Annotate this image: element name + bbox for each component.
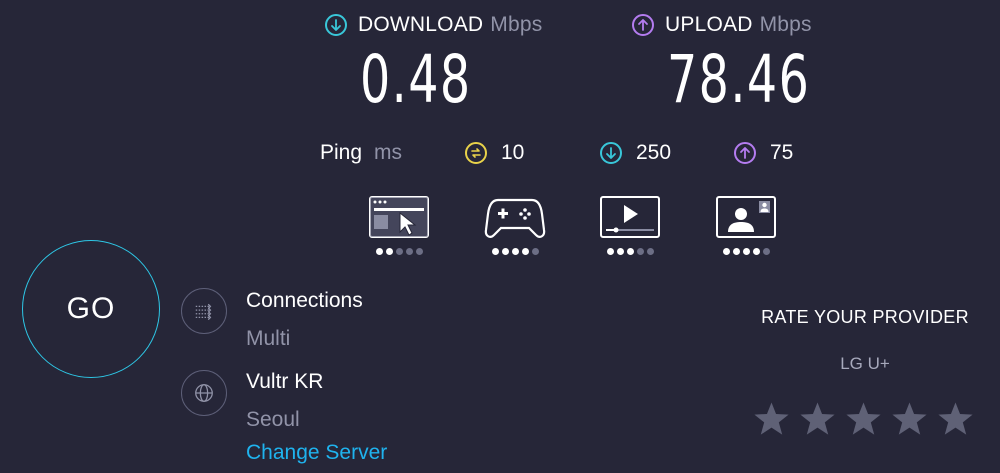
ping-idle-icon	[465, 142, 487, 164]
rating-dot-filled	[732, 248, 740, 255]
star-icon[interactable]	[752, 400, 791, 439]
ping-label-group: Ping ms	[320, 138, 402, 168]
rating-dot-filled	[606, 248, 614, 255]
rating-dot-filled	[501, 248, 509, 255]
rating-dot-filled	[521, 248, 529, 255]
upload-unit: Mbps	[759, 13, 812, 36]
rating-dot-empty	[531, 248, 539, 255]
rating-dot-filled	[616, 248, 624, 255]
arrow-up-circle-icon	[734, 142, 756, 164]
go-button[interactable]: GO	[22, 240, 160, 378]
ping-download: 250	[600, 138, 671, 168]
change-server-link[interactable]: Change Server	[246, 441, 387, 465]
quality-rating-dots	[375, 248, 423, 255]
ping-unit: ms	[374, 141, 403, 164]
video-player-icon	[600, 196, 660, 238]
provider-name: LG U+	[840, 354, 890, 373]
rating-dot-empty	[762, 248, 770, 255]
connections-icon	[181, 288, 227, 334]
ping-download-value: 250	[636, 141, 672, 164]
arrow-down-circle-icon	[325, 14, 347, 36]
quality-gaming	[483, 194, 547, 255]
quality-video-chat	[714, 194, 778, 255]
quality-web-browsing	[367, 194, 431, 255]
ping-label: Ping	[320, 141, 363, 164]
ping-upload-value: 75	[770, 141, 794, 164]
browser-cursor-icon	[369, 196, 429, 238]
upload-value: 78.46	[667, 41, 811, 118]
star-icon[interactable]	[890, 400, 929, 439]
rating-dot-filled	[375, 248, 383, 255]
download-label: DOWNLOAD	[358, 13, 484, 36]
upload-header: UPLOAD Mbps	[632, 10, 812, 40]
rating-dot-filled	[491, 248, 499, 255]
quality-rating-dots	[491, 248, 539, 255]
server-location: Seoul	[246, 408, 300, 431]
ping-upload: 75	[734, 138, 793, 168]
rating-dot-empty	[415, 248, 423, 255]
rate-provider-title: RATE YOUR PROVIDER	[761, 307, 969, 327]
ping-idle-value: 10	[501, 141, 525, 164]
rating-dot-filled	[752, 248, 760, 255]
connections-value[interactable]: Multi	[246, 327, 290, 351]
rating-dot-filled	[722, 248, 730, 255]
rating-dot-filled	[742, 248, 750, 255]
arrow-up-circle-icon	[632, 14, 654, 36]
rating-dot-empty	[646, 248, 654, 255]
ping-idle: 10	[465, 138, 524, 168]
gamepad-icon	[484, 198, 546, 238]
rating-stars	[752, 400, 975, 439]
server-name: Vultr KR	[246, 370, 324, 393]
rating-dot-filled	[511, 248, 519, 255]
rating-dot-filled	[385, 248, 393, 255]
quality-streaming	[598, 194, 662, 255]
connections-title: Connections	[246, 289, 363, 312]
download-unit: Mbps	[490, 13, 543, 36]
quality-rating-dots	[606, 248, 654, 255]
globe-icon	[181, 370, 227, 416]
rating-dot-empty	[405, 248, 413, 255]
arrow-down-circle-icon	[600, 142, 622, 164]
rating-dot-empty	[636, 248, 644, 255]
star-icon[interactable]	[798, 400, 837, 439]
rating-dot-empty	[395, 248, 403, 255]
video-call-icon	[716, 196, 776, 238]
star-icon[interactable]	[936, 400, 975, 439]
download-value: 0.48	[360, 41, 472, 118]
download-header: DOWNLOAD Mbps	[325, 10, 542, 40]
star-icon[interactable]	[844, 400, 883, 439]
quality-rating-dots	[722, 248, 770, 255]
speedtest-results-screen: DOWNLOAD Mbps 0.48 UPLOAD Mbps 78.46 Pin…	[0, 0, 1000, 473]
rating-dot-filled	[626, 248, 634, 255]
upload-label: UPLOAD	[665, 13, 753, 36]
